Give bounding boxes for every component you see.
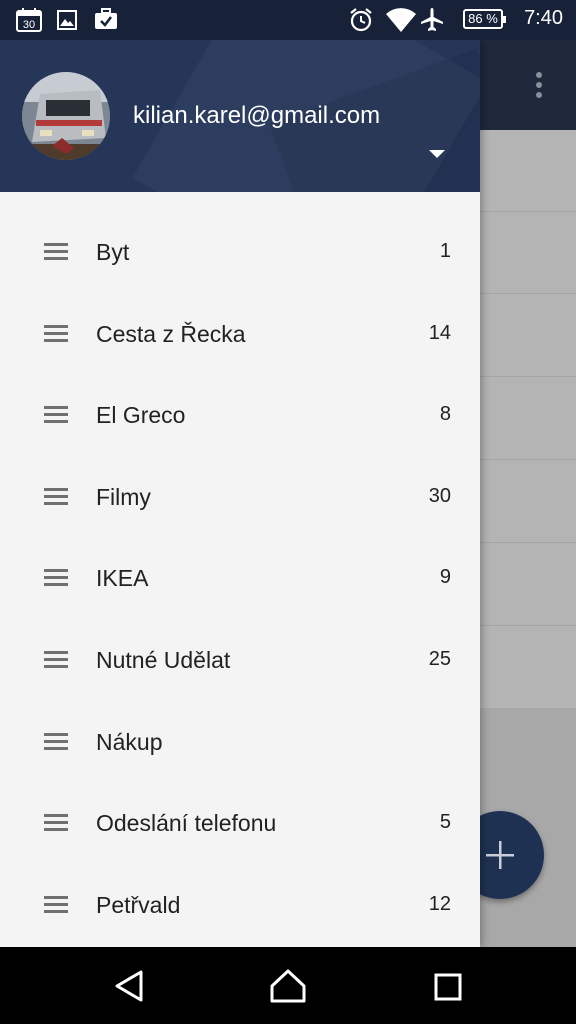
list-icon (44, 732, 68, 751)
list-item[interactable]: El Greco 8 (0, 374, 480, 456)
list-item[interactable]: Cesta z Řecka 14 (0, 293, 480, 375)
list-item[interactable]: Nutné Udělat 25 (0, 619, 480, 701)
briefcase-check-icon (94, 8, 118, 34)
status-time: 7:40 (524, 7, 563, 29)
calendar-day: 30 (23, 19, 35, 31)
list-item-label: Petřvald (96, 891, 181, 918)
overflow-menu-icon[interactable] (536, 72, 544, 102)
drawer-list: Byt 1 Cesta z Řecka 14 El Greco 8 Filmy … (0, 211, 480, 945)
account-email[interactable]: kilian.karel@gmail.com (133, 102, 380, 130)
list-item-label: Filmy (96, 483, 151, 510)
airplane-icon (420, 7, 444, 37)
battery-icon: 86 % (463, 9, 506, 29)
list-item[interactable]: Petřvald 12 (0, 864, 480, 946)
list-item-label: IKEA (96, 565, 149, 592)
list-icon (44, 243, 68, 261)
list-item[interactable]: Nákup (0, 701, 480, 783)
calendar-icon: 30 (16, 8, 42, 36)
list-item[interactable]: Byt 1 (0, 211, 480, 293)
wifi-icon (385, 7, 417, 37)
avatar[interactable] (22, 72, 110, 160)
drawer-header: kilian.karel@gmail.com (0, 40, 480, 192)
list-icon (44, 569, 68, 587)
alarm-icon (348, 7, 374, 37)
navigation-drawer: kilian.karel@gmail.com Byt 1 Cesta z Řec… (0, 40, 480, 947)
recents-icon (434, 973, 462, 1001)
list-divider (480, 211, 576, 212)
recents-button[interactable] (434, 973, 462, 1005)
list-item-label: El Greco (96, 402, 186, 429)
list-item-count: 5 (439, 811, 451, 834)
list-icon (44, 650, 68, 669)
list-item-count: 8 (439, 403, 451, 426)
list-item-label: Nákup (96, 728, 163, 755)
image-icon (57, 10, 77, 34)
list-icon (44, 895, 68, 914)
list-divider (480, 542, 576, 543)
list-divider (480, 459, 576, 460)
back-icon (115, 970, 143, 1002)
list-icon (44, 814, 68, 832)
list-item-count: 9 (439, 566, 451, 589)
list-item-count: 14 (428, 321, 451, 344)
list-divider (480, 293, 576, 294)
list-item-count: 1 (439, 240, 451, 262)
list-icon (44, 487, 68, 506)
list-icon (44, 406, 68, 424)
navigation-bar (0, 947, 576, 1024)
plus-icon (486, 841, 514, 869)
list-item[interactable]: IKEA 9 (0, 537, 480, 619)
home-button[interactable] (270, 969, 306, 1007)
list-item-label: Nutné Udělat (96, 646, 231, 673)
list-divider (480, 376, 576, 377)
list-item[interactable]: Odeslání telefonu 5 (0, 782, 480, 864)
home-icon (270, 969, 306, 1003)
list-item-label: Odeslání telefonu (96, 810, 277, 837)
list-item-label: Byt (96, 239, 130, 265)
list-item-count: 25 (428, 647, 451, 670)
list-divider (480, 625, 576, 626)
list-item[interactable]: Filmy 30 (0, 456, 480, 538)
list-item-count: 30 (428, 484, 451, 507)
back-button[interactable] (113, 969, 145, 1007)
list-item-label: Cesta z Řecka (96, 320, 246, 347)
account-dropdown-icon[interactable] (429, 150, 445, 158)
list-icon (44, 324, 68, 343)
list-item-count: 12 (428, 892, 451, 915)
status-bar: 30 86 % 7:40 (0, 0, 576, 40)
